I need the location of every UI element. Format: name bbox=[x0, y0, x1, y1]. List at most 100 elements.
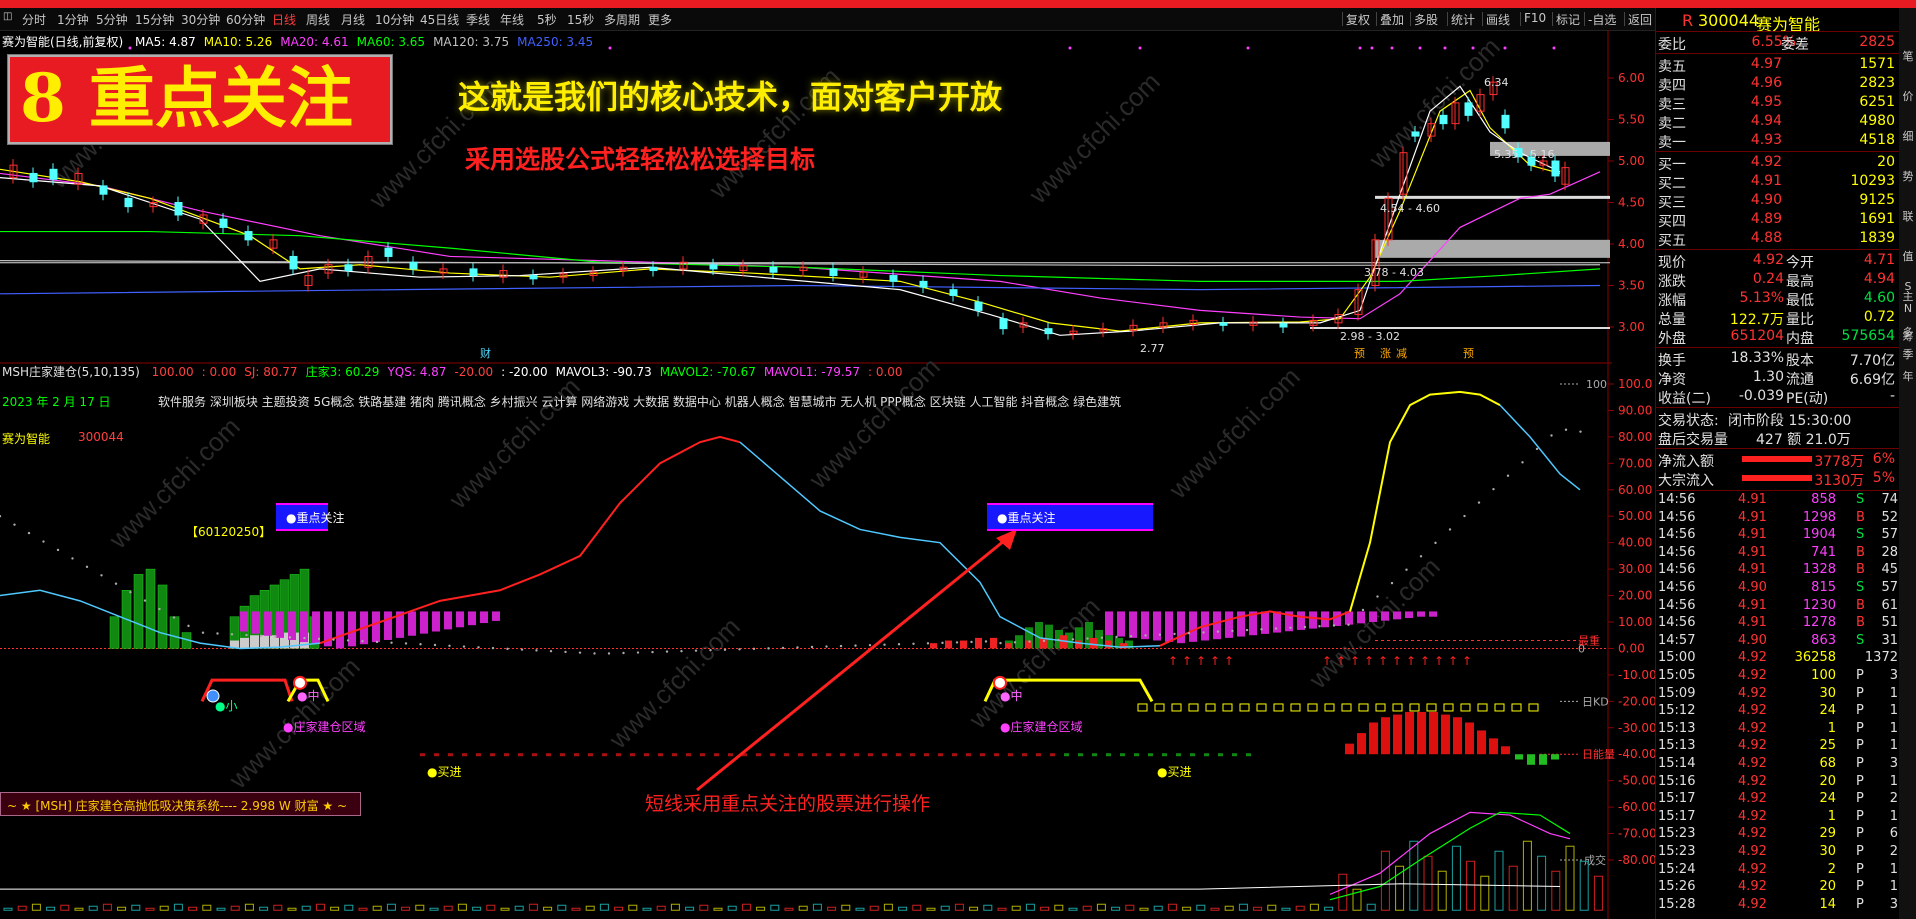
menu-toggle-icon[interactable]: ◫ bbox=[3, 11, 12, 22]
volume-bar-35 bbox=[500, 907, 510, 911]
energy-dash bbox=[980, 753, 985, 757]
period-tab-11[interactable]: 季线 bbox=[466, 11, 490, 28]
side-tab-5[interactable]: 值 bbox=[1901, 248, 1915, 264]
side-tab-11[interactable]: 季 bbox=[1901, 346, 1915, 362]
sell-label: 卖三 bbox=[1658, 97, 1686, 113]
period-tab-5[interactable]: 60分钟 bbox=[226, 11, 265, 28]
period-tab-15[interactable]: 多周期 bbox=[604, 11, 640, 28]
trade-row: 14:57 4.90 863 S 31 bbox=[1658, 633, 1898, 651]
dot-curve bbox=[1042, 639, 1046, 643]
side-tab-12[interactable]: 年 bbox=[1901, 368, 1915, 384]
side-tab-0[interactable]: 笔 bbox=[1901, 48, 1915, 64]
volume-bar-43 bbox=[614, 906, 624, 911]
hist-magenta-left-11 bbox=[372, 611, 380, 643]
tool-button-5[interactable]: F10 bbox=[1524, 11, 1546, 25]
candle-body-37 bbox=[974, 301, 983, 311]
price-annotation-5: 2.98 - 3.02 bbox=[1340, 330, 1400, 343]
tool-button-6[interactable]: 标记 bbox=[1556, 11, 1580, 28]
side-tab-1[interactable]: 价 bbox=[1901, 88, 1915, 104]
trade-time: 14:56 bbox=[1658, 562, 1696, 578]
tool-button-2[interactable]: 多股 bbox=[1414, 11, 1438, 28]
side-tab-9[interactable]: N bbox=[1901, 302, 1915, 315]
candle-body-17 bbox=[384, 247, 393, 257]
period-tab-3[interactable]: 15分钟 bbox=[135, 11, 174, 28]
system-bar-text: ~ ★ [MSH] 庄家建仓高抛低吸决策系统---- 2.998 W 财富 ★ … bbox=[7, 799, 348, 813]
up-arrow: ↑ bbox=[1392, 654, 1402, 668]
side-tab-4[interactable]: 联 bbox=[1901, 208, 1915, 224]
ind-tick-15: -50.00 bbox=[1618, 774, 1655, 788]
dot-curve bbox=[1405, 568, 1408, 571]
trade-time: 15:24 bbox=[1658, 861, 1696, 877]
period-tab-9[interactable]: 10分钟 bbox=[375, 11, 414, 28]
side-mark-4: 日能量 bbox=[1582, 747, 1615, 761]
dot-curve bbox=[346, 639, 350, 642]
hist-magenta-right-26 bbox=[1417, 611, 1425, 617]
hist-white-1 bbox=[240, 637, 249, 649]
candle-body-10 bbox=[244, 231, 253, 241]
chart-title: 赛为智能(日线,前复权) bbox=[2, 35, 124, 49]
stat-value: 4.92 bbox=[1752, 252, 1784, 268]
period-tab-6[interactable]: 日线 bbox=[272, 11, 296, 28]
tool-button-3[interactable]: 统计 bbox=[1451, 11, 1475, 28]
dot-curve bbox=[477, 646, 480, 649]
sell-vol: 4518 bbox=[1859, 132, 1895, 148]
side-tab-2[interactable]: 细 bbox=[1901, 128, 1915, 144]
annotation-arrow-head bbox=[996, 529, 1017, 550]
trade-price: 4.92 bbox=[1738, 826, 1767, 842]
tool-button-7[interactable]: -自选 bbox=[1588, 11, 1616, 28]
dot-curve bbox=[1419, 555, 1423, 558]
volume-bar-106 bbox=[1508, 865, 1518, 911]
indicator-value-6: : -20.00 bbox=[501, 365, 548, 379]
focus-box-1[interactable]: ●重点关注 bbox=[276, 503, 344, 531]
trade-time: 14:56 bbox=[1658, 527, 1696, 543]
energy-dash bbox=[1232, 753, 1237, 757]
volume-bar-58 bbox=[827, 906, 837, 911]
tool-button-8[interactable]: 返回 bbox=[1628, 11, 1652, 28]
period-tab-7[interactable]: 周线 bbox=[306, 11, 330, 28]
hist-red-r-5 bbox=[1005, 643, 1012, 649]
stat2-row-0: 换手 18.33% 股本 7.70亿 bbox=[1656, 349, 1899, 369]
period-tab-2[interactable]: 5分钟 bbox=[96, 11, 128, 28]
period-tab-8[interactable]: 月线 bbox=[341, 11, 365, 28]
candle-body-4 bbox=[99, 185, 108, 195]
focus-box-2[interactable]: ●重点关注 bbox=[987, 503, 1153, 531]
chart-canvas[interactable]: www.cfchi.com www.cfchi.com www.cfchi.com w… bbox=[0, 30, 1655, 919]
energy-dash bbox=[952, 753, 957, 757]
period-tab-1[interactable]: 1分钟 bbox=[57, 11, 89, 28]
volume-bar-9 bbox=[131, 904, 141, 911]
trade-price: 4.92 bbox=[1738, 896, 1767, 912]
period-tab-10[interactable]: 45日线 bbox=[420, 11, 459, 28]
period-tab-12[interactable]: 年线 bbox=[500, 11, 524, 28]
candle-body-7 bbox=[174, 202, 183, 216]
period-tab-4[interactable]: 30分钟 bbox=[181, 11, 220, 28]
side-tab-10[interactable]: 多 bbox=[1901, 324, 1915, 340]
ma20-line bbox=[0, 171, 1601, 320]
volume-bar-91 bbox=[1295, 905, 1305, 911]
side-tab-8[interactable]: S bbox=[1901, 280, 1915, 293]
trade-volume: 68 bbox=[1819, 756, 1836, 771]
period-tab-13[interactable]: 5秒 bbox=[537, 11, 557, 28]
dot-curve bbox=[970, 640, 973, 644]
period-tab-16[interactable]: 更多 bbox=[648, 11, 672, 28]
tool-button-0[interactable]: 复权 bbox=[1346, 11, 1370, 28]
hist-red-r-9 bbox=[1075, 640, 1082, 649]
ind-tick-4: 60.00 bbox=[1618, 483, 1652, 497]
hist-magenta-left-18 bbox=[456, 611, 464, 628]
up-arrow: ↑ bbox=[1210, 654, 1220, 668]
hist-green-2 bbox=[133, 574, 144, 649]
candle-body-38 bbox=[999, 318, 1008, 330]
inflow-pct: 5% bbox=[1872, 470, 1895, 486]
candle-body-62 bbox=[1501, 114, 1510, 129]
tool-button-1[interactable]: 叠加 bbox=[1380, 11, 1404, 28]
sell-vol: 6251 bbox=[1859, 94, 1895, 110]
period-tab-0[interactable]: 分时 bbox=[22, 11, 46, 28]
side-tab-3[interactable]: 势 bbox=[1901, 168, 1915, 184]
stat2-label: 净资 bbox=[1658, 372, 1686, 388]
stat-label: 外盘 bbox=[1658, 331, 1686, 347]
energy-dash bbox=[490, 753, 495, 757]
period-tab-14[interactable]: 15秒 bbox=[567, 11, 594, 28]
dot-curve bbox=[1231, 629, 1234, 633]
indicator-value-4: YQS: 4.87 bbox=[387, 365, 447, 379]
volume-bar-63 bbox=[898, 906, 908, 911]
tool-button-4[interactable]: 画线 bbox=[1486, 11, 1510, 28]
